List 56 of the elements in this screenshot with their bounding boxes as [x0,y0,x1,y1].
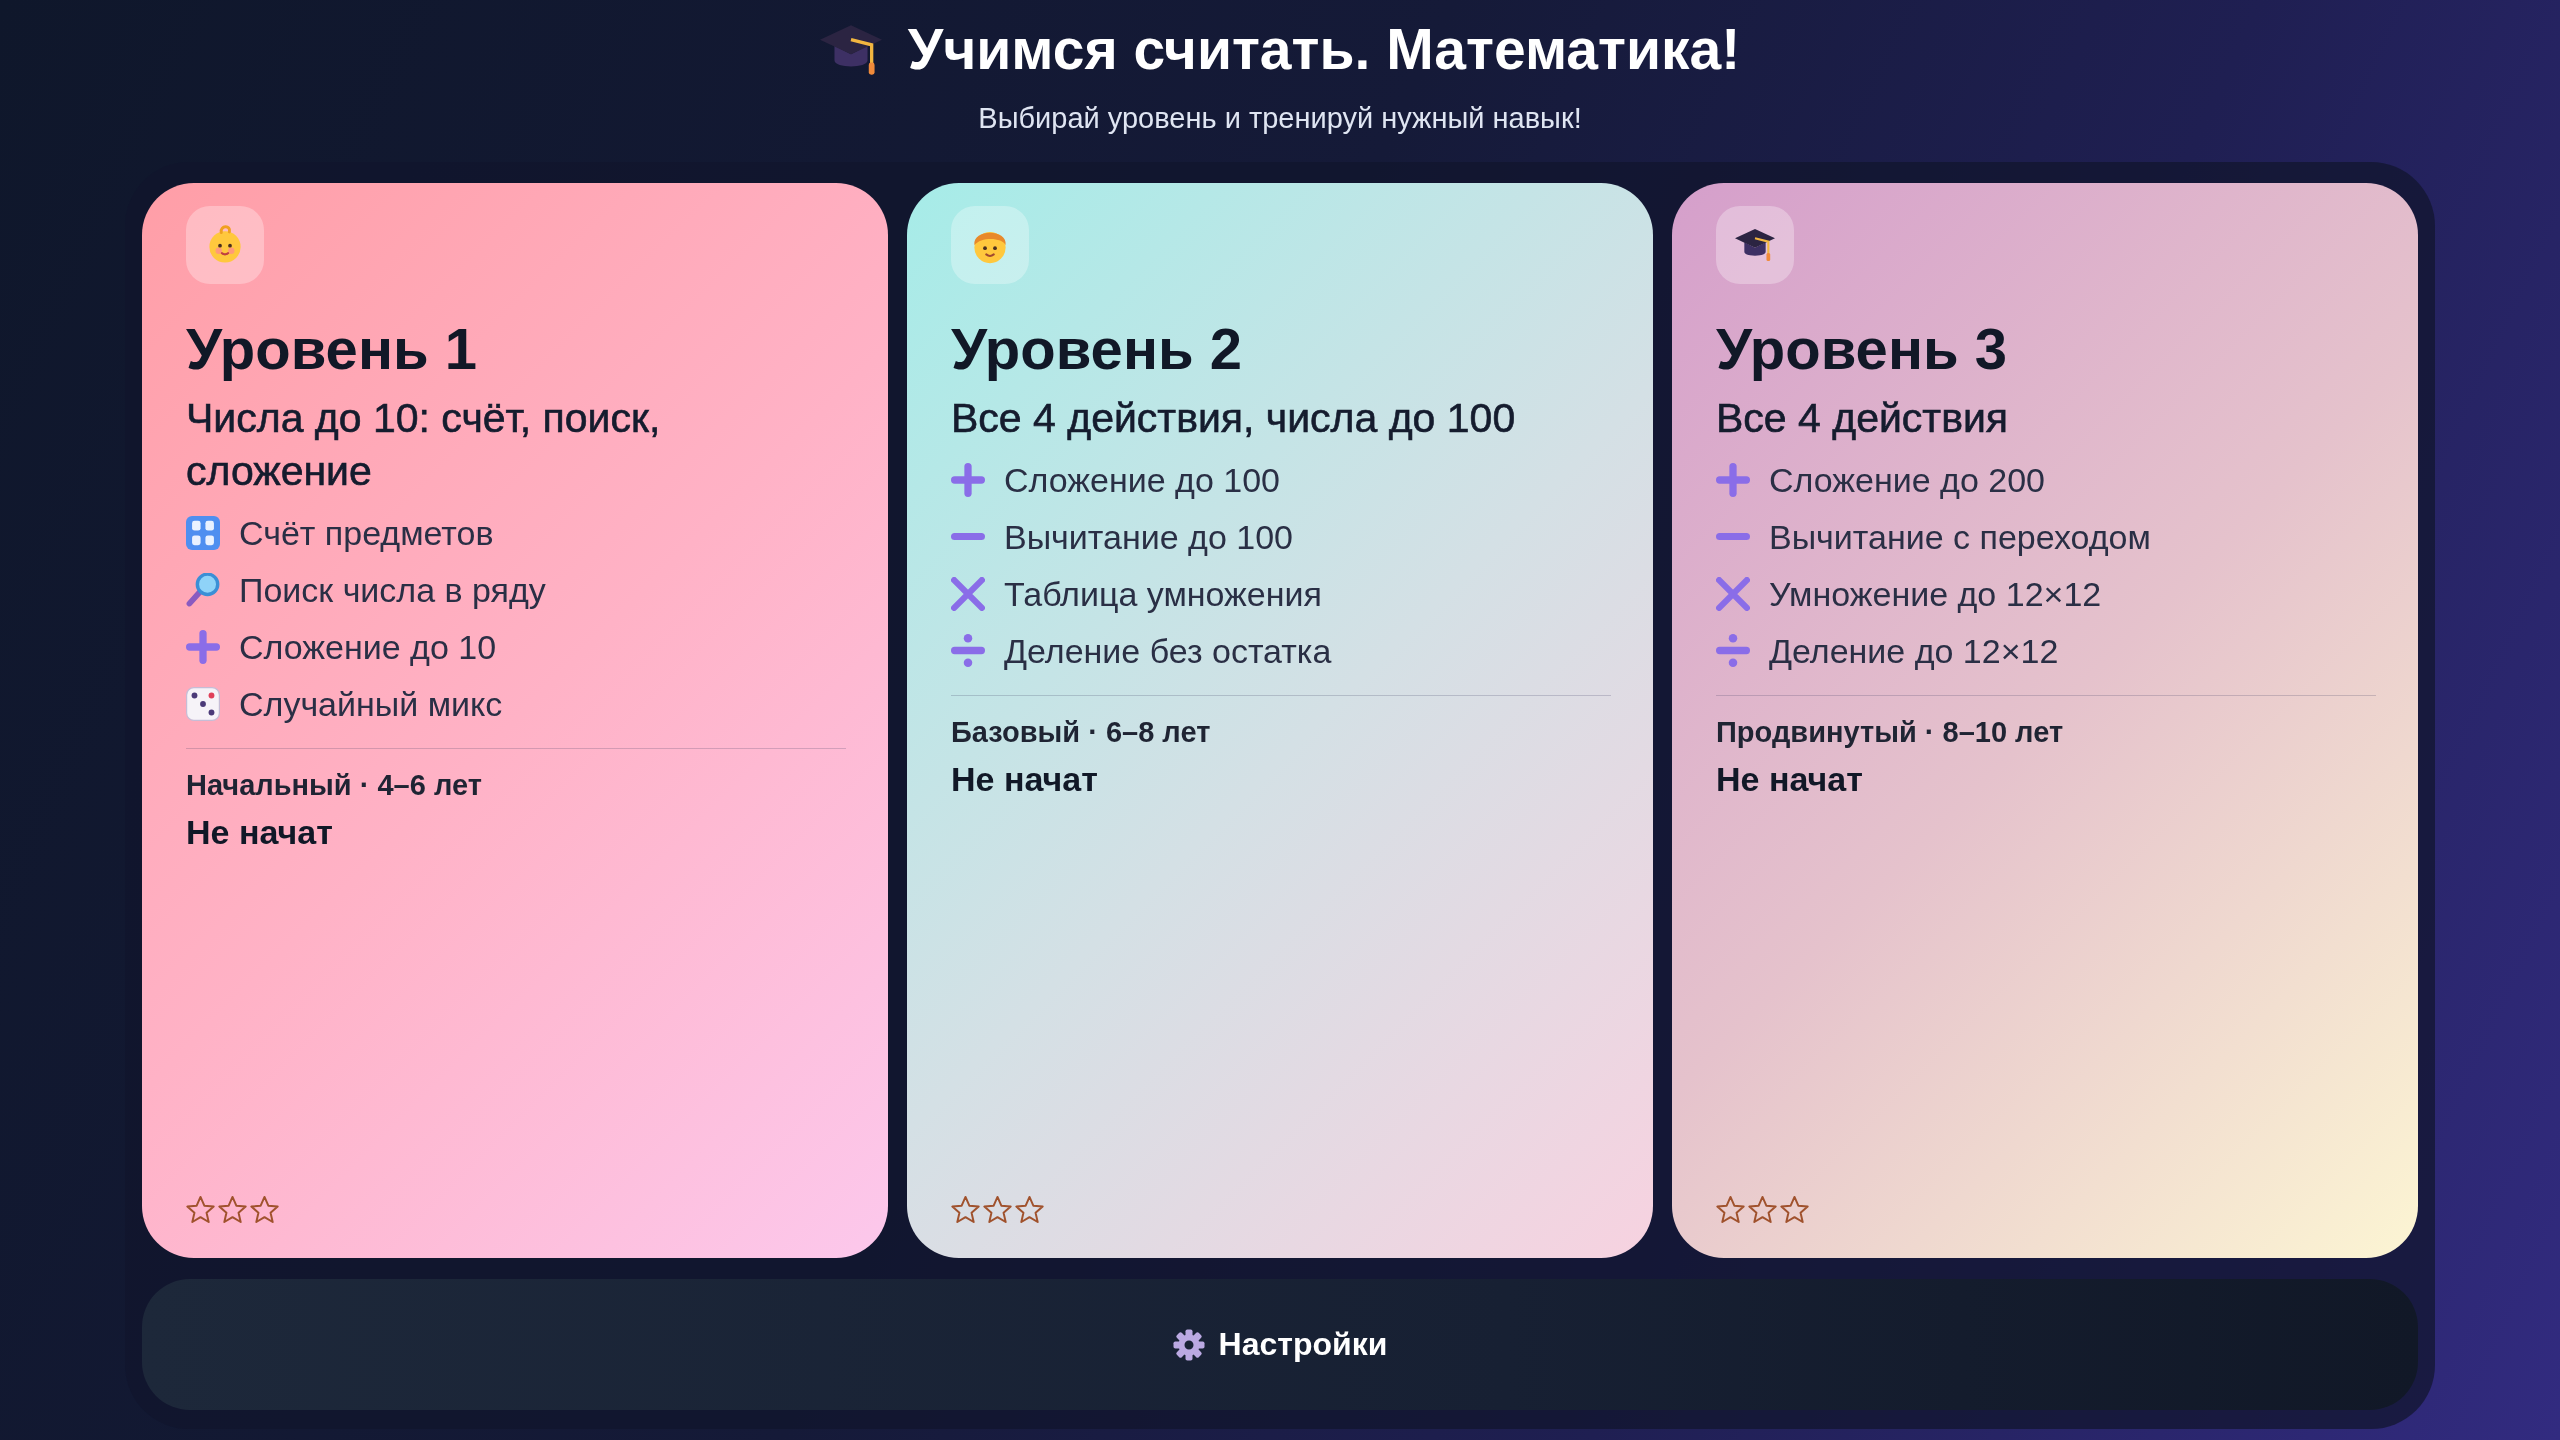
level-card[interactable]: Уровень 3 Все 4 действия Сложение до 200 Вычитание с переходом Умножение до 12×12 Деление до 12×12 Продвинутый · 8–10 лет Не начат [1672,183,2418,1258]
skill-label: Вычитание с переходом [1769,516,2151,557]
face-icon [186,206,264,284]
level-description: Числа до 10: счёт, поиск, сложение [186,394,662,496]
minus-icon [1716,533,1750,540]
plus-icon [1716,462,1750,497]
star-icon [1716,1195,1745,1224]
skill-label: Деление без остатка [1004,630,1332,671]
star-icon [218,1195,247,1224]
level-meta: Базовый · 6–8 лет [951,715,1211,750]
page-subtitle: Выбирай уровень и тренируй нужный навык! [978,101,1582,136]
divide-icon [951,634,985,667]
settings-button[interactable]: Настройки [142,1279,2418,1410]
divide-icon [1716,634,1750,667]
dice-icon [186,686,220,721]
face-icon [951,206,1029,284]
star-icon [1780,1195,1809,1224]
graduation-cap-icon [819,24,882,75]
star-icon [983,1195,1012,1224]
star-icon [1748,1195,1777,1224]
grid-icon [186,515,220,550]
skill-label: Сложение до 200 [1769,459,2045,500]
level-title: Уровень 2 [951,315,1242,382]
progress-status: Не начат [186,812,333,853]
page-title: Учимся считать. Математика! [907,16,1741,83]
skill-label: Счёт предметов [239,512,494,553]
star-icon [1015,1195,1044,1224]
plus-icon [951,462,985,497]
progress-status: Не начат [951,759,1098,800]
skill-label: Сложение до 10 [239,626,497,667]
skill-label: Умножение до 12×12 [1769,573,2102,614]
level-description: Все 4 действия, числа до 100 [951,394,1516,443]
skill-label: Сложение до 100 [1004,459,1280,500]
skill-label: Таблица умножения [1004,573,1322,614]
level-card[interactable]: Уровень 2 Все 4 действия, числа до 100 Сложение до 100 Вычитание до 100 Таблица умножения Деление без остатка Базовый · 6–8 лет Не начат [907,183,1653,1258]
star-icon [250,1195,279,1224]
multiply-icon [1716,576,1750,611]
plus-icon [186,629,220,664]
level-description: Все 4 действия [1716,394,2009,443]
graduation-cap-icon [1716,206,1794,284]
search-icon [186,572,220,607]
skill-label: Деление до 12×12 [1769,630,2059,671]
skill-label: Поиск числа в ряду [239,569,546,610]
star-icon [186,1195,215,1224]
skill-label: Случайный микс [239,683,503,724]
level-title: Уровень 3 [1716,315,2007,382]
level-card[interactable]: Уровень 1 Числа до 10: счёт, поиск, сложение Счёт предметов Поиск числа в ряду Сложение до 10 Случайный микс Начальный · 4–6 лет Не начат [142,183,888,1258]
star-icon [951,1195,980,1224]
gear-icon [1172,1328,1205,1361]
skill-label: Вычитание до 100 [1004,516,1293,557]
level-title: Уровень 1 [186,315,477,382]
multiply-icon [951,576,985,611]
progress-status: Не начат [1716,759,1863,800]
level-meta: Начальный · 4–6 лет [186,768,482,803]
level-meta: Продвинутый · 8–10 лет [1716,715,2064,750]
minus-icon [951,533,985,540]
